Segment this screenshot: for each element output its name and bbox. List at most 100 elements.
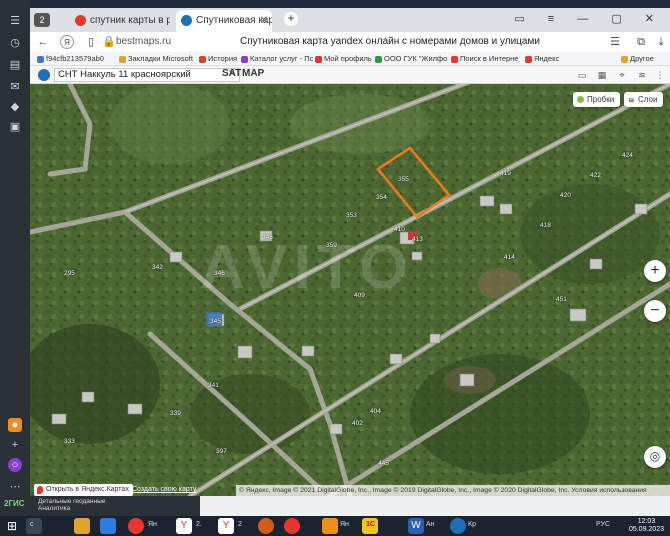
plot-number: 345 [210, 318, 221, 325]
bookmark-icon [315, 56, 322, 63]
create-map-link[interactable]: Создать свою карту [132, 484, 196, 496]
tab-counter[interactable]: 2 [34, 13, 50, 27]
bookmark-icon [37, 56, 44, 63]
layers-icon[interactable]: ≋ [636, 69, 648, 81]
plot-number: 295 [64, 270, 75, 277]
ad-line: Детальные геоданные [38, 498, 106, 505]
zoom-out-button[interactable]: − [644, 300, 666, 322]
more-tools-icon[interactable]: ⋮ [654, 69, 666, 81]
ad-banner[interactable]: 2ГИС Детальные геоданные Аналитика [0, 496, 200, 516]
add-icon[interactable]: + [8, 438, 22, 452]
bookmark-label: f94cfb213579ab0 [46, 54, 104, 63]
close-tab-icon[interactable]: ✕ [260, 10, 268, 32]
bookmark-item[interactable]: Яндекс [524, 53, 559, 65]
bookmark-icon [241, 56, 248, 63]
zen-icon[interactable]: ◆ [8, 100, 22, 114]
mail-app-icon[interactable] [322, 518, 338, 534]
download-icon[interactable]: ⤓ [654, 35, 668, 49]
menu-icon[interactable]: ☰ [8, 14, 22, 28]
yandex-browser-icon[interactable] [128, 518, 144, 534]
bookmark-icon [451, 56, 458, 63]
taskbar-app-icon[interactable] [26, 518, 42, 534]
geolocation-icon[interactable]: ◎ [644, 446, 666, 468]
new-tab-button[interactable]: + [284, 12, 298, 26]
satellite-map[interactable]: AVITO 419 424 422 420 418 414 451 354 35… [30, 84, 670, 496]
bookmark-item[interactable]: Каталог услуг - Пс [240, 53, 313, 65]
open-in-yandex-link[interactable]: Открыть в Яндекс.Картах [34, 484, 133, 496]
explorer-icon[interactable] [74, 518, 90, 534]
firefox-icon[interactable] [258, 518, 274, 534]
plot-number: 348 [262, 234, 273, 241]
layers-button[interactable]: ≋ Слои [624, 92, 664, 107]
bookmark-icon[interactable]: ▯ [84, 35, 98, 49]
bookmark-item[interactable]: Мой профиль [314, 53, 372, 65]
yandex-app-icon[interactable]: Y [218, 518, 234, 534]
reader-icon[interactable]: ☰ [608, 35, 622, 49]
history-icon[interactable]: ◷ [8, 36, 22, 50]
location-pin-icon[interactable]: ⌖ [616, 69, 628, 81]
folder-icon [119, 56, 126, 63]
clock-date: 05.09.2023 [628, 526, 664, 533]
bookmark-item[interactable]: f94cfb213579ab0 [36, 53, 104, 65]
copyright-text: © Яндекс, Image © 2021 DigitalGlobe, Inc… [236, 485, 670, 496]
bookmark-item[interactable]: Закладки Microsoft [118, 53, 193, 65]
site-toolbar: СНТ Наккуль 11 красноярский ✕ SAT MAP ▭ … [30, 66, 670, 84]
more-icon[interactable]: ⋯ [8, 480, 22, 494]
plot-number: 414 [504, 254, 515, 261]
word-icon[interactable]: W [408, 518, 424, 534]
window-controls[interactable]: ▭ ≡ — ▢ ✕ [514, 8, 664, 32]
plot-number: 420 [560, 192, 571, 199]
plot-number: 333 [64, 438, 75, 445]
system-clock[interactable]: 12:03 05.09.2023 [629, 518, 664, 534]
collections-icon[interactable]: ▤ [8, 58, 22, 72]
edge-icon[interactable] [100, 518, 116, 534]
site-app-icon[interactable] [450, 518, 466, 534]
yandex-browser-icon[interactable] [284, 518, 300, 534]
sat-mode-button[interactable]: SAT [222, 68, 241, 79]
notes-icon[interactable]: ▣ [8, 120, 22, 134]
bookmark-icon [199, 56, 206, 63]
plot-number: 404 [370, 408, 381, 415]
translate-icon[interactable]: ⧉ [634, 35, 648, 49]
plot-number: 422 [590, 172, 601, 179]
tab-active[interactable]: Спутниковая карта yande ✕ [176, 10, 272, 32]
layers-label: Слои [638, 95, 658, 104]
mail-icon[interactable]: ✉ [8, 80, 22, 94]
tab-label: спутник карты в реально [90, 15, 170, 26]
watermark: AVITO [200, 233, 414, 302]
plot-number: 359 [326, 242, 337, 249]
bookmark-item[interactable]: Поиск в Интерне [450, 53, 518, 65]
site-logo-icon [38, 69, 50, 81]
bookmark-item[interactable]: История [198, 53, 237, 65]
taskbar: ⊞ с Ян Y 2. Y 2 Ян 1С W Ан Кр РУС 12:03 … [0, 516, 670, 536]
bookmark-item[interactable]: Другое [620, 53, 654, 65]
yandex-logo-icon[interactable]: Я [60, 35, 74, 49]
yandex-app-icon[interactable]: Y [176, 518, 192, 534]
alice-icon[interactable]: ○ [8, 458, 22, 472]
app-icon[interactable]: ● [8, 418, 22, 432]
plot-number: 346 [214, 270, 225, 277]
panel-icon[interactable]: ▭ [576, 69, 588, 81]
traffic-button[interactable]: Пробки [573, 92, 621, 107]
map-mode-button[interactable]: MAP [242, 68, 264, 79]
language-indicator[interactable]: РУС [596, 521, 610, 528]
bookmark-label: ООО ГУК "Жилфо [384, 54, 448, 63]
grid-icon[interactable]: ▦ [596, 69, 608, 81]
clock-time: 12:03 [637, 518, 656, 525]
start-icon[interactable]: ⊞ [4, 518, 20, 534]
bookmarks-bar: f94cfb213579ab0 Закладки Microsoft Истор… [30, 52, 670, 66]
plot-number: 341 [208, 382, 219, 389]
zoom-in-button[interactable]: + [644, 260, 666, 282]
tab-inactive[interactable]: спутник карты в реально [70, 10, 170, 32]
browser-sidepanel: ☰ ◷ ▤ ✉ ◆ ▣ ● + ○ ⋯ [0, 0, 30, 516]
url-text[interactable]: bestmaps.ru [116, 36, 171, 47]
bookmark-item[interactable]: ООО ГУК "Жилфо [374, 53, 447, 65]
back-icon[interactable]: ← [36, 35, 50, 49]
taskbar-app-label: с [30, 521, 34, 528]
taskbar-app-label: 2 [238, 521, 242, 528]
bookmark-label: Каталог услуг - Пс [250, 54, 314, 63]
plot-number: 353 [346, 212, 357, 219]
status-area [200, 496, 670, 516]
search-input[interactable]: СНТ Наккуль 11 красноярский [54, 68, 240, 82]
ad-brand: 2ГИС [4, 499, 25, 508]
